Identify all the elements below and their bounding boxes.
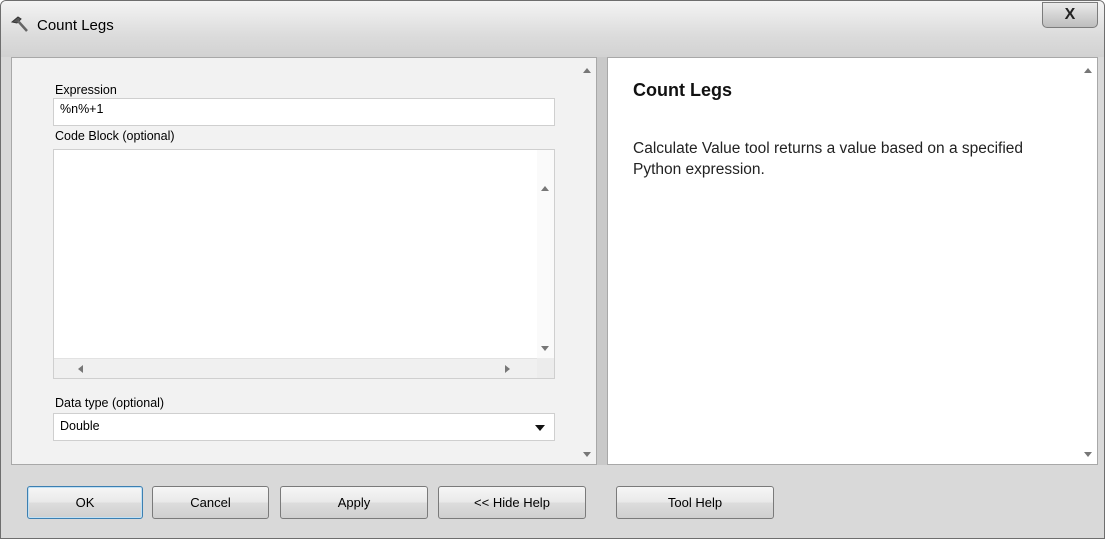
- scroll-down-arrow-icon[interactable]: [1084, 452, 1092, 457]
- hammer-icon: [9, 14, 31, 36]
- scroll-down-arrow-icon[interactable]: [583, 452, 591, 457]
- scroll-down-arrow-icon[interactable]: [541, 346, 549, 351]
- data-type-select[interactable]: Double: [53, 413, 555, 441]
- button-bar: OK Cancel Apply << Hide Help Tool Help: [1, 465, 1104, 538]
- apply-button[interactable]: Apply: [280, 486, 428, 519]
- cancel-button[interactable]: Cancel: [152, 486, 269, 519]
- scroll-right-arrow-icon[interactable]: [505, 365, 510, 373]
- tool-dialog: Count Legs X Expression %n%+1 Code Block…: [0, 0, 1105, 539]
- help-pane: Count Legs Calculate Value tool returns …: [607, 57, 1098, 465]
- expression-label: Expression: [55, 83, 117, 97]
- help-description: Calculate Value tool returns a value bas…: [633, 140, 1024, 178]
- close-button[interactable]: X: [1042, 2, 1098, 28]
- ok-button[interactable]: OK: [27, 486, 143, 519]
- parameters-scrollbar[interactable]: [579, 58, 596, 464]
- expression-input[interactable]: %n%+1: [53, 98, 555, 126]
- parameters-pane: Expression %n%+1 Code Block (optional) D…: [11, 57, 597, 465]
- hide-help-button[interactable]: << Hide Help: [438, 486, 586, 519]
- data-type-label: Data type (optional): [55, 396, 165, 410]
- window-title: Count Legs: [37, 17, 114, 34]
- scrollbar-corner: [537, 358, 554, 378]
- title-bar[interactable]: Count Legs X: [1, 1, 1104, 57]
- scroll-up-arrow-icon[interactable]: [583, 68, 591, 73]
- code-block-textarea[interactable]: [53, 149, 555, 379]
- scroll-up-arrow-icon[interactable]: [1084, 68, 1092, 73]
- code-block-label: Code Block (optional): [55, 129, 175, 143]
- dialog-content: Expression %n%+1 Code Block (optional) D…: [11, 57, 1098, 465]
- tool-help-button[interactable]: Tool Help: [616, 486, 774, 519]
- scroll-up-arrow-icon[interactable]: [541, 186, 549, 191]
- help-title: Count Legs: [633, 80, 732, 100]
- chevron-down-icon: [535, 425, 545, 431]
- scroll-left-arrow-icon[interactable]: [78, 365, 83, 373]
- code-vertical-scrollbar[interactable]: [537, 150, 554, 360]
- data-type-value: Double: [60, 419, 100, 433]
- code-horizontal-scrollbar[interactable]: [54, 358, 539, 378]
- help-scrollbar[interactable]: [1080, 58, 1097, 464]
- close-icon: X: [1064, 6, 1076, 23]
